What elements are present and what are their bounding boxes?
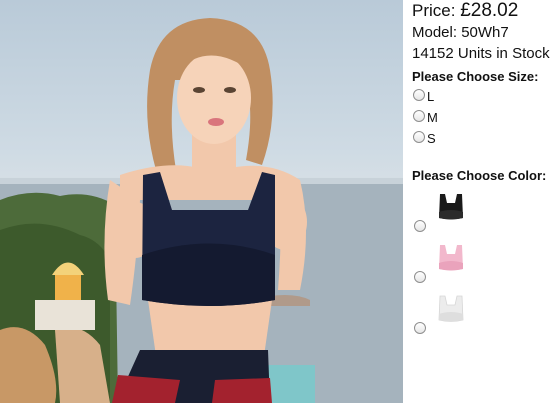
model-number: Model: 50Wh7: [412, 24, 509, 41]
size-s-radio[interactable]: [413, 131, 425, 143]
color-option-pink[interactable]: [412, 241, 559, 292]
color-option-black[interactable]: [412, 190, 559, 241]
color-options: [412, 190, 559, 343]
size-option-l[interactable]: L: [412, 86, 559, 107]
price-amount: £28.02: [460, 0, 519, 21]
model-wearing-sports-bra-image: [0, 18, 403, 403]
size-option-label: L: [427, 89, 435, 104]
size-options: L M S: [412, 86, 559, 149]
color-white-radio[interactable]: [414, 322, 426, 334]
size-section-title: Please Choose Size:: [412, 69, 539, 84]
color-pink-radio[interactable]: [414, 271, 426, 283]
size-option-m[interactable]: M: [412, 107, 559, 128]
white-sports-bra-swatch-icon[interactable]: [434, 292, 468, 326]
black-sports-bra-swatch-icon[interactable]: [434, 190, 468, 224]
size-l-radio[interactable]: [413, 89, 425, 101]
product-photo: [0, 0, 403, 403]
price-line: Price: £28.02: [412, 0, 559, 22]
pink-sports-bra-swatch-icon[interactable]: [434, 241, 468, 275]
price-label: Price:: [412, 1, 456, 20]
size-option-label: M: [427, 110, 438, 125]
size-option-label: S: [427, 131, 436, 146]
product-info-panel: Price: £28.02 Model: 50Wh7 14152 Units i…: [412, 0, 559, 343]
color-black-radio[interactable]: [414, 220, 426, 232]
color-option-white[interactable]: [412, 292, 559, 343]
size-m-radio[interactable]: [413, 110, 425, 122]
color-section-title: Please Choose Color:: [412, 168, 547, 183]
size-option-s[interactable]: S: [412, 128, 559, 149]
stock-count: 14152 Units in Stock: [412, 45, 550, 62]
